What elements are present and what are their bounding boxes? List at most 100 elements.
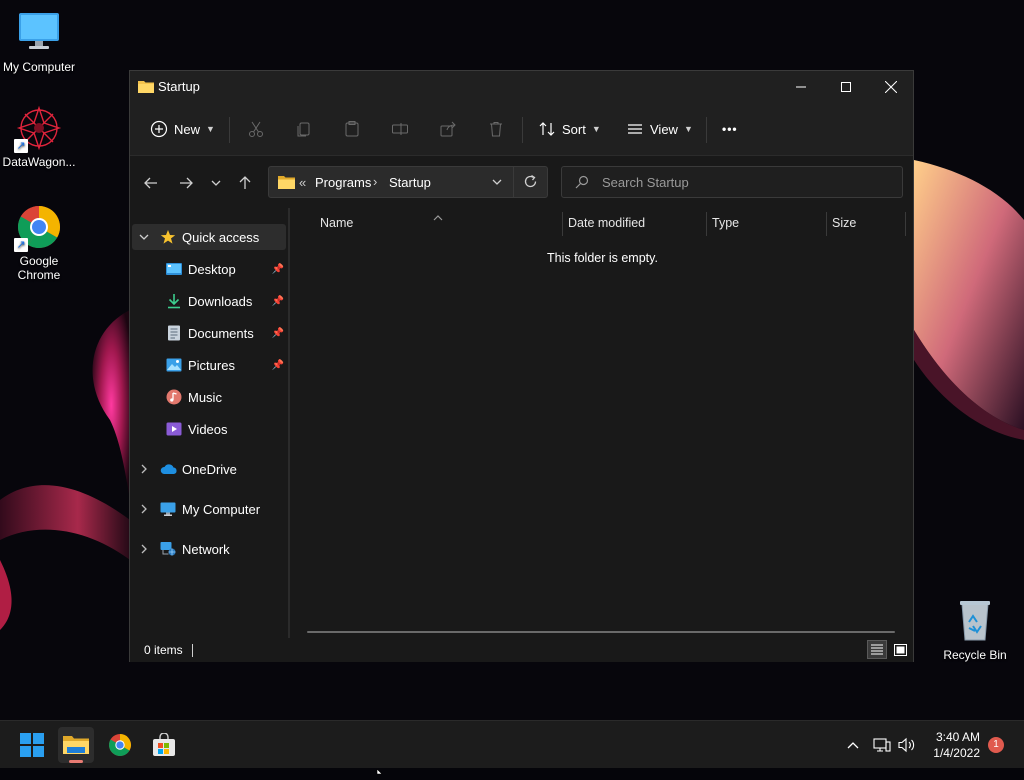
column-header-size[interactable]: Size [832,216,856,230]
network-icon [160,541,176,557]
share-icon[interactable] [436,117,460,141]
desktop-icon-datawagon[interactable]: ↗ DataWagon... [0,105,79,169]
sidebar-item-quick-access[interactable]: Quick access [132,224,286,250]
volume-button[interactable] [898,721,916,769]
pin-icon[interactable]: 📌 [272,296,284,307]
column-divider[interactable] [706,212,707,236]
view-button[interactable]: View ▼ [626,113,693,145]
large-icons-view-icon[interactable] [890,640,910,659]
column-header-name[interactable]: Name [320,216,353,230]
music-icon [166,389,182,405]
breadcrumb-programs[interactable]: Programs [315,175,371,190]
file-explorer-window: Startup New ▼ Sort ▼ View ▼ ••• « Progra… [129,70,914,662]
download-icon [166,293,182,309]
breadcrumb-overflow[interactable]: « [299,175,306,190]
column-header-type[interactable]: Type [712,216,739,230]
chevron-right-icon[interactable] [134,462,154,477]
clock-button[interactable]: 3:40 AM 1/4/2022 [926,721,980,769]
desktop-icon-label: DataWagon... [2,155,76,169]
title-bar[interactable]: Startup [130,71,913,103]
back-button[interactable] [140,172,162,194]
view-label: View [650,121,678,137]
recent-locations-button[interactable] [205,172,227,194]
taskbar: 3:40 AM 1/4/2022 1 [0,720,1024,768]
pin-icon[interactable]: 📌 [272,328,284,339]
desktop-icon-my-computer[interactable]: My Computer [0,10,79,74]
chevron-up-icon [847,742,859,749]
view-list-icon [628,124,642,134]
taskbar-microsoft-store[interactable] [146,727,182,763]
chevron-down-icon: ▼ [206,124,215,134]
address-divider [513,167,514,197]
column-divider[interactable] [905,212,906,236]
star-icon [160,229,176,245]
desktop-folder-icon [166,261,182,277]
maximize-button[interactable] [823,71,869,103]
network-status-button[interactable] [873,721,891,769]
desktop-icon-recycle-bin[interactable]: Recycle Bin [935,598,1015,662]
delete-icon[interactable] [484,117,508,141]
desktop-icon-label: Recycle Bin [943,648,1007,662]
chevron-right-icon[interactable] [134,542,154,557]
copy-icon[interactable] [292,117,316,141]
sidebar-item-desktop[interactable]: Desktop 📌 [132,256,286,282]
refresh-icon[interactable] [523,174,538,192]
chevron-down-icon[interactable] [134,230,154,245]
desktop-icon-label: Google Chrome [17,254,61,282]
forward-button[interactable] [175,172,197,194]
cut-icon[interactable] [244,117,268,141]
new-button[interactable]: New ▼ [150,113,215,145]
paste-icon[interactable] [340,117,364,141]
sort-label: Sort [562,121,586,137]
notification-button[interactable]: 1 [988,721,1004,769]
column-divider[interactable] [826,212,827,236]
close-button[interactable] [868,71,914,103]
chevron-right-icon[interactable] [134,502,154,517]
shortcut-arrow-icon: ↗ [14,139,28,153]
column-divider[interactable] [562,212,563,236]
sidebar-item-documents[interactable]: Documents 📌 [132,320,286,346]
recycle-bin-icon [952,598,998,644]
desktop-icon-google-chrome[interactable]: ↗ Google Chrome [0,204,79,282]
column-header-date-modified[interactable]: Date modified [568,216,645,230]
store-bag-icon [153,733,175,756]
up-button[interactable] [234,172,256,194]
pin-icon[interactable]: 📌 [272,264,284,275]
folder-icon [278,175,295,192]
file-list-pane[interactable]: Name Date modified Type Size This folder… [290,208,915,638]
monitor-icon [16,10,62,56]
breadcrumb-startup[interactable]: Startup [389,175,431,190]
sidebar-item-label: Downloads [188,293,253,309]
minimize-button[interactable] [778,71,824,103]
show-hidden-icons-button[interactable] [846,721,860,769]
sidebar-item-pictures[interactable]: Pictures 📌 [132,352,286,378]
search-placeholder: Search Startup [602,175,689,190]
search-box[interactable]: Search Startup [561,166,903,198]
sidebar-item-label: Pictures [188,357,235,373]
taskbar-file-explorer[interactable] [58,727,94,763]
speaker-icon [898,737,915,753]
clock-date: 1/4/2022 [933,746,980,760]
start-button[interactable] [14,727,50,763]
horizontal-scrollbar[interactable] [307,631,895,633]
sidebar-item-label: Network [182,541,230,557]
sidebar-item-videos[interactable]: Videos [132,416,286,442]
sidebar-item-network[interactable]: Network [132,536,286,562]
chevron-down-icon: ▼ [683,124,693,134]
status-divider [192,644,193,657]
pin-icon[interactable]: 📌 [272,360,284,371]
document-icon [166,325,182,341]
windows-logo-icon [20,733,44,757]
sort-button[interactable]: Sort ▼ [538,113,601,145]
taskbar-google-chrome[interactable] [102,727,138,763]
details-view-icon[interactable] [867,640,887,659]
sidebar-item-music[interactable]: Music [132,384,286,410]
more-options-button[interactable]: ••• [722,113,738,145]
file-explorer-icon [63,736,89,754]
sidebar-item-my-computer[interactable]: My Computer [132,496,286,522]
rename-icon[interactable] [388,117,412,141]
sidebar-item-onedrive[interactable]: OneDrive [132,456,286,482]
address-dropdown-icon[interactable] [491,176,503,191]
sidebar-item-downloads[interactable]: Downloads 📌 [132,288,286,314]
address-bar[interactable]: « Programs › Startup [268,166,548,198]
